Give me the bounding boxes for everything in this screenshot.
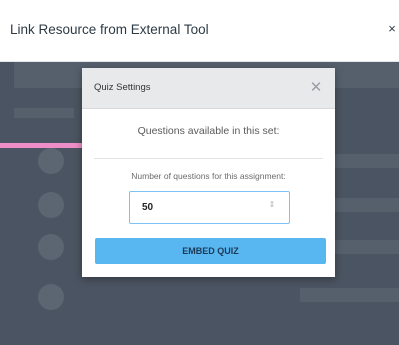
close-icon[interactable]: × [385, 20, 399, 38]
quiz-settings-dialog: Quiz Settings ✕ Questions available in t… [82, 68, 335, 277]
question-count-input[interactable]: 50 ⇕ [129, 191, 290, 224]
backdrop-avatar [38, 284, 64, 310]
annotation-arrow-shaft [0, 143, 88, 148]
modal-title: Link Resource from External Tool [10, 22, 209, 37]
embed-quiz-button[interactable]: EMBED QUIZ [95, 238, 326, 264]
backdrop-text-line [14, 108, 74, 118]
close-icon[interactable]: ✕ [308, 79, 324, 97]
modal-header: Link Resource from External Tool × [0, 0, 399, 62]
backdrop-row [300, 288, 399, 302]
questions-available-text: Questions available in this set: [137, 125, 280, 137]
question-count-value: 50 [142, 202, 154, 213]
quiz-settings-header: Quiz Settings ✕ [82, 68, 335, 109]
backdrop-avatar [38, 234, 64, 260]
quiz-settings-title: Quiz Settings [94, 82, 151, 93]
link-resource-modal: Link Resource from External Tool × Quiz … [0, 0, 399, 345]
backdrop-avatar [38, 148, 64, 174]
divider [94, 158, 323, 159]
backdrop-avatar [38, 192, 64, 218]
spinner-icon[interactable]: ⇕ [267, 201, 277, 215]
question-count-label: Number of questions for this assignment: [131, 171, 286, 181]
